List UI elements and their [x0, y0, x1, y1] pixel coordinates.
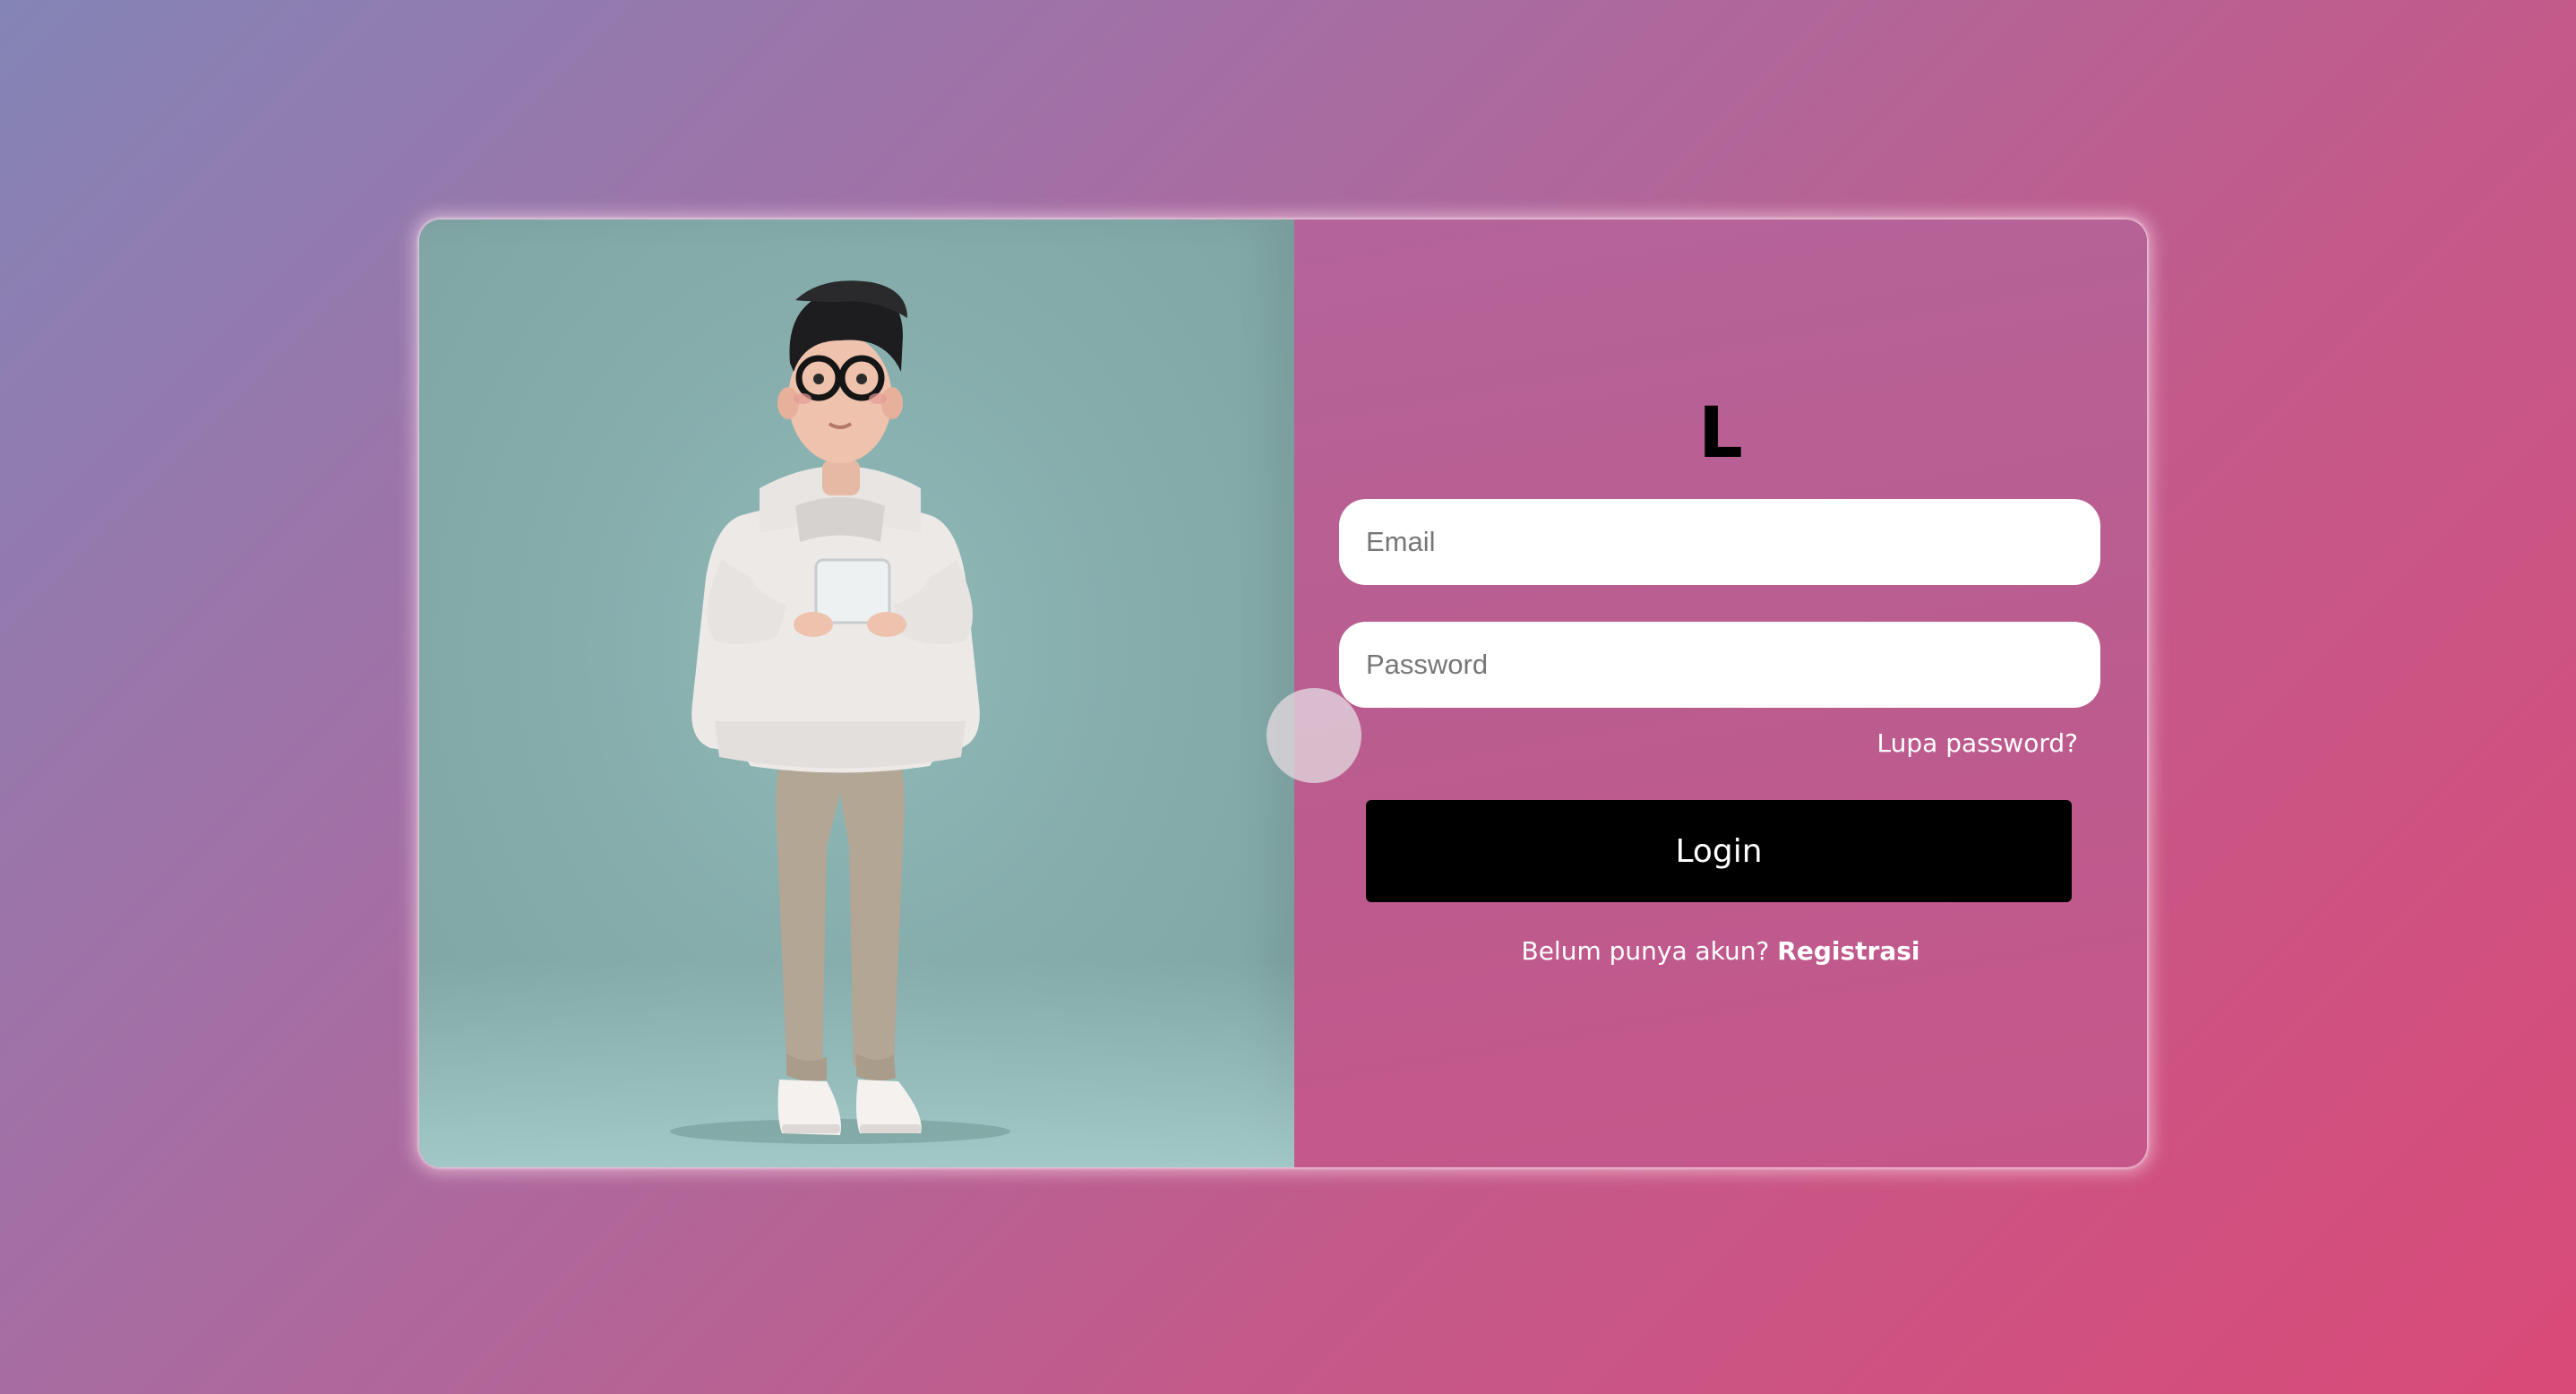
login-form-panel: L Lupa password? Login Belum punya akun?… — [1294, 219, 2147, 1167]
email-field[interactable] — [1339, 499, 2100, 585]
register-link[interactable]: Registrasi — [1777, 936, 1919, 966]
illustration-panel — [419, 219, 1294, 1167]
login-button[interactable]: Login — [1366, 800, 2072, 902]
character-illustration — [670, 280, 1010, 1144]
login-card: L Lupa password? Login Belum punya akun?… — [419, 219, 2147, 1167]
register-prompt-text: Belum punya akun? — [1521, 936, 1778, 966]
register-prompt: Belum punya akun? Registrasi — [1294, 936, 2147, 966]
forgot-password-link[interactable]: Lupa password? — [1877, 728, 2078, 758]
cursor-indicator — [1267, 688, 1361, 783]
password-field[interactable] — [1339, 622, 2100, 708]
app-logo: L — [1698, 393, 1743, 474]
